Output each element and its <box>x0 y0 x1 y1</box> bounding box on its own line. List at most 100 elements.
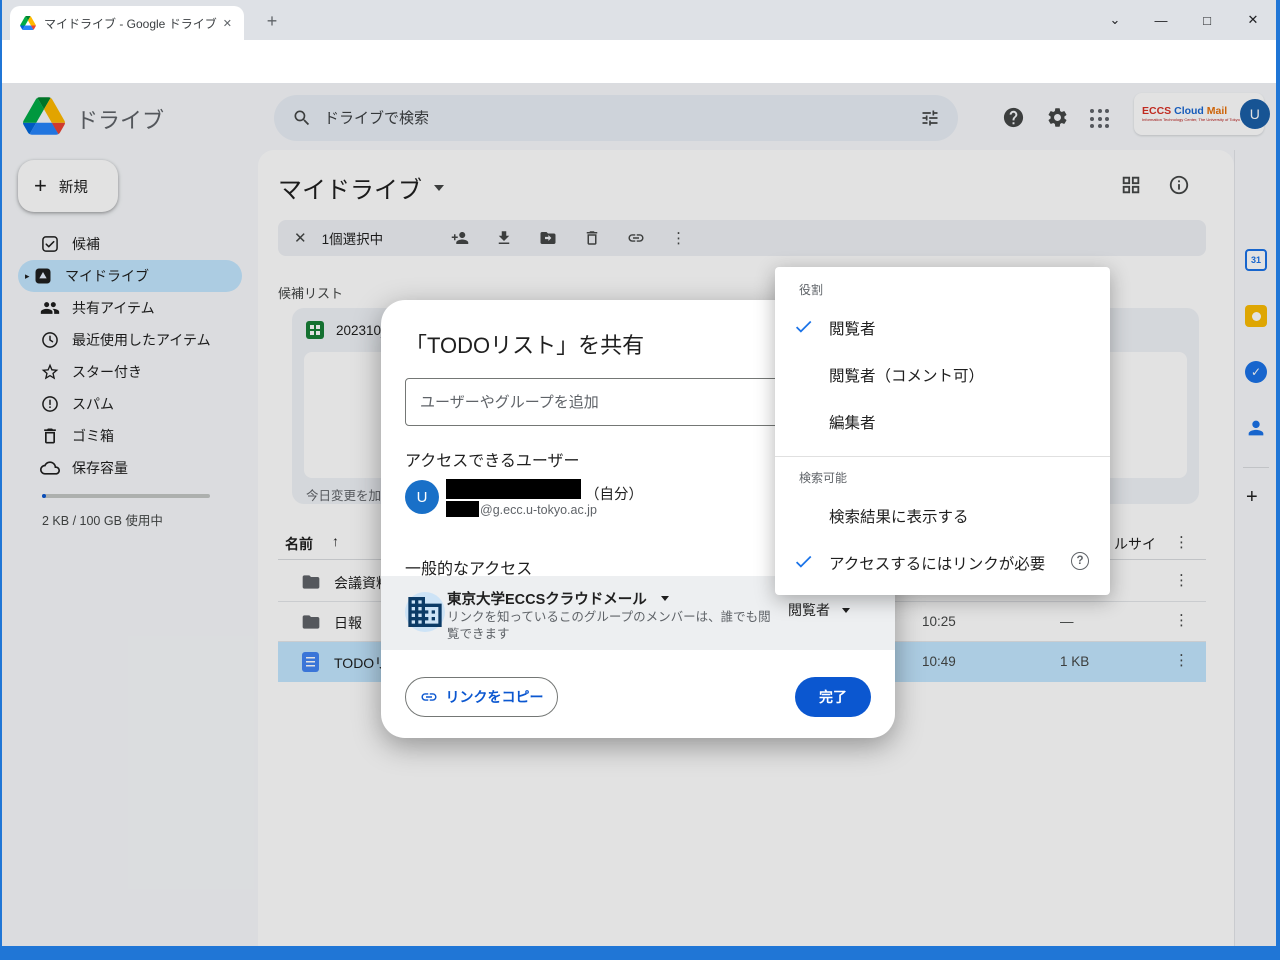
copy-link-button[interactable]: リンクをコピー <box>405 677 558 717</box>
download-icon[interactable] <box>495 229 513 247</box>
contacts-icon[interactable] <box>1245 417 1267 439</box>
info-icon[interactable] <box>1168 174 1190 196</box>
dropdown-arrow-icon <box>661 596 669 601</box>
spam-icon <box>40 394 60 414</box>
page-title[interactable]: マイドライブ <box>278 170 422 205</box>
owner-self-label: （自分） <box>585 483 643 504</box>
sidebar-item-shared[interactable]: 共有アイテム <box>18 292 242 324</box>
owner-email-domain: @g.ecc.u-tokyo.ac.jp <box>480 503 597 517</box>
sidebar-item-storage[interactable]: 保存容量 <box>18 452 242 484</box>
sidebar-item-recent[interactable]: 最近使用したアイテム <box>18 324 242 356</box>
sidebar-item-trash[interactable]: ゴミ箱 <box>18 420 242 452</box>
menu-item-show-in-search[interactable]: 検索結果に表示する <box>775 491 1110 538</box>
window-chevron-icon[interactable]: ⌄ <box>1092 0 1138 40</box>
keep-icon[interactable] <box>1245 305 1267 327</box>
people-icon <box>40 298 60 318</box>
checkbox-icon <box>40 234 60 254</box>
tasks-icon[interactable]: ✓ <box>1245 361 1267 383</box>
help-icon[interactable]: ? <box>1071 552 1089 570</box>
search-options-icon[interactable] <box>920 108 940 128</box>
browser-toolbar: drive.google.com/drive/my-drive U ⋮ <box>2 40 1276 84</box>
redacted-email-user <box>446 501 479 517</box>
search-input[interactable] <box>324 110 920 127</box>
eccs-logo: ECCS Cloud Mail Information Technology C… <box>1142 106 1240 123</box>
role-select[interactable]: 閲覧者 <box>788 600 850 620</box>
owner-avatar: U <box>405 480 439 514</box>
link-icon[interactable] <box>627 229 645 247</box>
storage-progress-bar <box>42 494 210 498</box>
column-settings-icon[interactable]: ⋮ <box>1174 533 1189 551</box>
sidebar-item-my-drive[interactable]: ▸ マイドライブ <box>18 260 242 292</box>
my-drive-icon <box>33 266 53 286</box>
plus-icon: + <box>34 173 47 199</box>
sidebar-item-spam[interactable]: スパム <box>18 388 242 420</box>
move-folder-icon[interactable] <box>539 229 557 247</box>
suggested-list-label: 候補リスト <box>278 283 343 302</box>
side-panel: 31 ✓ + › <box>1234 150 1276 946</box>
browser-tab[interactable]: マイドライブ - Google ドライブ ✕ <box>10 6 244 40</box>
menu-item-commenter[interactable]: 閲覧者（コメント可） <box>775 350 1110 397</box>
page-title-dropdown-icon[interactable] <box>434 185 444 191</box>
drive-search-bar[interactable] <box>274 95 958 141</box>
window-controls: ⌄ — □ ✕ <box>1092 0 1276 40</box>
help-icon[interactable] <box>1002 106 1025 129</box>
sheets-file-icon <box>306 321 324 339</box>
maximize-button[interactable]: □ <box>1184 0 1230 40</box>
divider <box>1243 467 1269 468</box>
folder-icon <box>301 572 321 592</box>
browser-titlebar: マイドライブ - Google ドライブ ✕ + ⌄ — □ ✕ <box>2 0 1276 40</box>
row-more-icon[interactable]: ⋮ <box>1174 651 1189 669</box>
star-icon <box>40 362 60 382</box>
selection-toolbar: ✕ 1個選択中 ⋮ <box>278 220 1206 256</box>
check-icon <box>793 316 814 337</box>
share-person-add-icon[interactable] <box>451 229 469 247</box>
account-badge[interactable]: ECCS Cloud Mail Information Technology C… <box>1134 93 1264 135</box>
divider <box>775 456 1110 457</box>
desktop: マイドライブ - Google ドライブ ✕ + ⌄ — □ ✕ drive.g… <box>0 0 1280 960</box>
row-more-icon[interactable]: ⋮ <box>1174 571 1189 589</box>
role-dropdown-menu: 役割 閲覧者 閲覧者（コメント可） 編集者 検索可能 検索結果に表示する アクセ… <box>775 267 1110 595</box>
docs-file-icon <box>302 652 319 672</box>
add-addon-icon[interactable]: + <box>1246 486 1258 509</box>
delete-icon[interactable] <box>583 229 601 247</box>
list-grid-toggle-icon[interactable] <box>1120 174 1142 196</box>
sort-ascending-icon[interactable]: ↑ <box>332 533 339 549</box>
row-more-icon[interactable]: ⋮ <box>1174 611 1189 629</box>
clock-icon <box>40 330 60 350</box>
sidebar-item-suggested[interactable]: 候補 <box>18 228 242 260</box>
people-with-access-heading: アクセスできるユーザー <box>405 447 580 471</box>
tab-close-icon[interactable]: ✕ <box>219 15 236 32</box>
selection-count: 1個選択中 <box>322 228 384 248</box>
link-icon <box>420 688 438 706</box>
minimize-button[interactable]: — <box>1138 0 1184 40</box>
new-tab-button[interactable]: + <box>258 8 286 36</box>
search-icon <box>292 108 312 128</box>
name-column-header[interactable]: 名前 <box>285 534 313 554</box>
close-button[interactable]: ✕ <box>1230 0 1276 40</box>
calendar-icon[interactable]: 31 <box>1245 249 1267 271</box>
redacted-owner-name <box>446 479 581 499</box>
dropdown-arrow-icon <box>842 608 850 613</box>
account-avatar[interactable]: U <box>1240 99 1270 129</box>
new-button[interactable]: + 新規 <box>18 160 118 212</box>
searchable-section-header: 検索可能 <box>799 469 847 486</box>
caret-right-icon[interactable]: ▸ <box>18 271 32 282</box>
cloud-icon <box>40 458 60 478</box>
group-access-description: リンクを知っているこのグループのメンバーは、誰でも閲 覧できます <box>447 609 771 643</box>
google-apps-icon[interactable] <box>1090 109 1109 128</box>
drive-favicon <box>20 16 36 30</box>
more-actions-icon[interactable]: ⋮ <box>671 229 687 247</box>
done-button[interactable]: 完了 <box>795 677 871 717</box>
folder-icon <box>301 612 321 632</box>
trash-icon <box>40 426 60 446</box>
settings-gear-icon[interactable] <box>1046 106 1069 129</box>
clear-selection-icon[interactable]: ✕ <box>294 229 307 247</box>
group-access-select[interactable]: 東京大学ECCSクラウドメール <box>447 588 669 609</box>
menu-item-editor[interactable]: 編集者 <box>775 397 1110 444</box>
drive-logo[interactable] <box>23 97 65 135</box>
menu-item-link-required[interactable]: アクセスするにはリンクが必要 ? <box>775 538 1110 585</box>
file-size-column-header[interactable]: ルサイ <box>1114 534 1156 554</box>
menu-item-viewer[interactable]: 閲覧者 <box>775 303 1110 350</box>
share-dialog-title: 「TODOリスト」を共有 <box>405 328 644 360</box>
sidebar-item-starred[interactable]: スター付き <box>18 356 242 388</box>
